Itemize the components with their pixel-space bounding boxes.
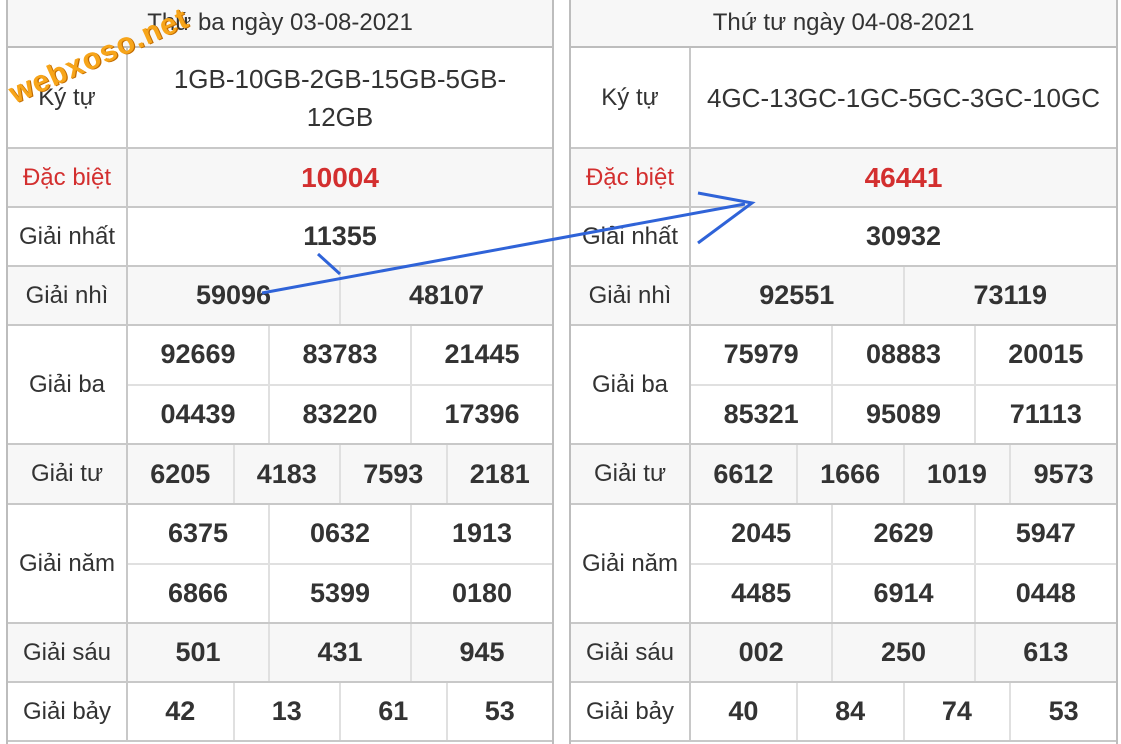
- prize-number: 250: [831, 624, 973, 681]
- prize-number: 42: [165, 696, 196, 726]
- prize-number: 0180: [410, 564, 552, 622]
- prize-number: 21445: [410, 326, 552, 384]
- prize-number: 92551: [759, 280, 835, 310]
- prize-number: 1666: [795, 445, 903, 503]
- prize-number: 5399: [268, 564, 410, 622]
- prize-number: 2629: [831, 505, 973, 563]
- prize-number: 04439: [160, 398, 236, 429]
- row-label: Giải ba: [571, 326, 691, 443]
- row-label: Giải ba: [8, 326, 128, 443]
- row-label: Giải nhì: [571, 267, 691, 324]
- prize-number: 0632: [268, 505, 410, 563]
- prize-number: 7593: [339, 445, 446, 503]
- prize-number: 53: [445, 683, 553, 740]
- prize-number: 92669: [160, 339, 236, 370]
- row-label: Đặc biệt: [571, 149, 691, 206]
- row-label: Ký tự: [571, 48, 691, 147]
- prize-number: 2045: [731, 518, 792, 549]
- results-table-left: Thứ ba ngày 03-08-2021 Ký tự 1GB-10GB-2G…: [6, 0, 554, 744]
- prize-number: 2181: [445, 445, 553, 503]
- prize-row: Giải nhì 92551 73119: [571, 267, 1116, 326]
- prize-number: 84: [795, 683, 903, 740]
- row-label: Giải năm: [571, 505, 691, 622]
- prize-number: 613: [973, 624, 1116, 681]
- prize-number: 4183: [232, 445, 340, 503]
- prize-number: 59096: [195, 280, 272, 310]
- prize-number: 6866: [167, 577, 229, 608]
- prize-number: 13: [232, 683, 340, 740]
- date-header: Thứ tư ngày 04-08-2021: [571, 0, 1116, 48]
- prize-number: 945: [410, 624, 552, 681]
- prize-number: 9573: [1009, 445, 1116, 503]
- row-label: Giải tư: [8, 445, 128, 503]
- prize-number: 10004: [301, 161, 379, 193]
- row-label: Đặc biệt: [8, 149, 128, 206]
- prize-number: 61: [339, 683, 446, 740]
- prize-row: Giải ba 75979 08883 20015 85321 95089 71113: [571, 326, 1116, 445]
- prize-number: 6375: [167, 518, 229, 549]
- prize-number: 53: [1009, 683, 1116, 740]
- prize-number: 002: [738, 637, 784, 667]
- prize-number: 85321: [723, 398, 799, 429]
- prize-number: 74: [902, 683, 1010, 740]
- prize-number: 1913: [410, 505, 552, 563]
- prize-number: 6914: [831, 564, 973, 622]
- row-label: Giải nhất: [571, 208, 691, 265]
- prize-row: Giải tư 6205 4183 7593 2181: [8, 445, 552, 505]
- prize-number: 83783: [268, 326, 410, 384]
- prize-number: 83220: [268, 385, 410, 443]
- prize-number: 1019: [902, 445, 1010, 503]
- prize-number: 20015: [973, 326, 1116, 384]
- prize-row: Giải sáu 002 250 613: [571, 624, 1116, 683]
- prize-number: 0448: [973, 564, 1116, 622]
- prize-number: 95089: [831, 385, 973, 443]
- prize-row: Đặc biệt 10004: [8, 149, 552, 208]
- prize-row: Giải sáu 501 431 945: [8, 624, 552, 683]
- prize-number: 73119: [902, 267, 1117, 324]
- prize-row: Giải nhất 11355: [8, 208, 552, 267]
- row-label: Giải sáu: [8, 624, 128, 681]
- prize-rows: Đặc biệt 46441 Giải nhất 30932 Giải nhì 92551…: [571, 149, 1116, 742]
- prize-row: Giải bảy 42 13 61 53: [8, 683, 552, 742]
- prize-row: Giải năm 2045 2629 5947 4485 6914 0448: [571, 505, 1116, 624]
- row-label: Giải bảy: [571, 683, 691, 740]
- prize-number: 30932: [865, 221, 942, 251]
- prize-number: 431: [268, 624, 410, 681]
- prize-number: 71113: [973, 385, 1116, 443]
- prize-number: 75979: [723, 339, 799, 370]
- prize-rows: Đặc biệt 10004 Giải nhất 11355 Giải nhì 59096…: [8, 149, 552, 742]
- prize-number: 6612: [713, 458, 774, 489]
- prize-row: Giải năm 6375 0632 1913 6866 5399 0180: [8, 505, 552, 624]
- prize-row: Giải nhất 30932: [571, 208, 1116, 267]
- prize-number: 48107: [339, 267, 552, 324]
- prize-number: 08883: [831, 326, 973, 384]
- kytu-row: Ký tự 4GC-13GC-1GC-5GC-3GC-10GC: [571, 48, 1116, 149]
- prize-row: Giải bảy 40 84 74 53: [571, 683, 1116, 742]
- prize-number: 11355: [303, 221, 377, 251]
- row-label: Giải sáu: [571, 624, 691, 681]
- prize-number: 40: [728, 696, 759, 726]
- prize-number: 4485: [731, 577, 792, 608]
- prize-row: Giải nhì 59096 48107: [8, 267, 552, 326]
- prize-row: Đặc biệt 46441: [571, 149, 1116, 208]
- row-label: Giải nhất: [8, 208, 128, 265]
- prize-number: 501: [175, 637, 221, 667]
- prize-row: Giải ba 92669 83783 21445 04439 83220 17396: [8, 326, 552, 445]
- prize-number: 46441: [864, 161, 943, 193]
- prize-number: 5947: [973, 505, 1116, 563]
- prize-number: 6205: [150, 458, 211, 489]
- row-label: Giải nhì: [8, 267, 128, 324]
- results-table-right: Thứ tư ngày 04-08-2021 Ký tự 4GC-13GC-1G…: [569, 0, 1118, 744]
- row-label: Giải năm: [8, 505, 128, 622]
- prize-row: Giải tư 6612 1666 1019 9573: [571, 445, 1116, 505]
- kytu-value: 4GC-13GC-1GC-5GC-3GC-10GC: [707, 82, 1100, 113]
- prize-number: 17396: [410, 385, 552, 443]
- row-label: Giải bảy: [8, 683, 128, 740]
- row-label: Giải tư: [571, 445, 691, 503]
- kytu-value: 1GB-10GB-2GB-15GB-5GB-12GB: [173, 63, 507, 132]
